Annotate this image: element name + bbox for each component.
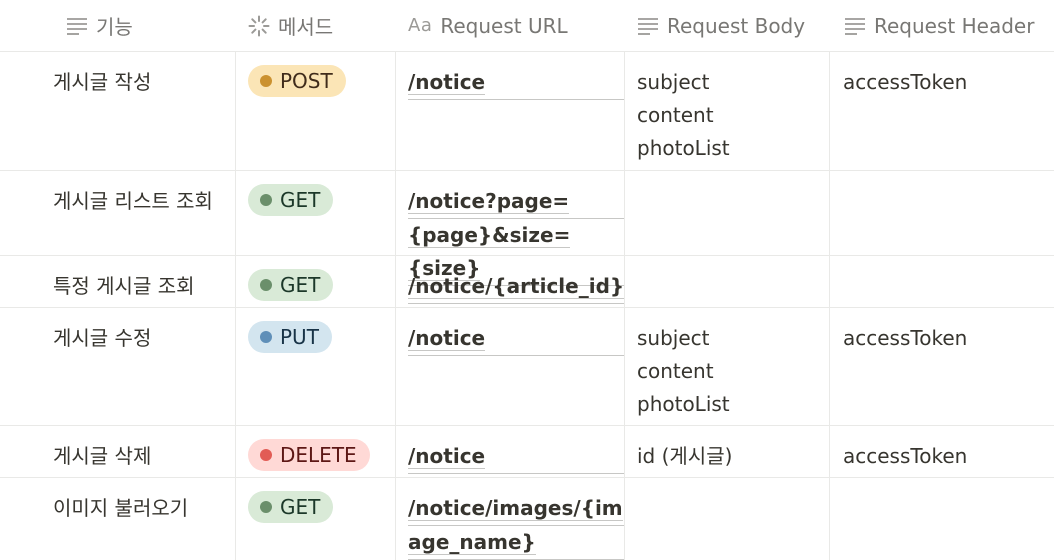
method-badge: GET [248,184,334,216]
header-url[interactable]: Aa Request URL [396,0,625,51]
header-cell[interactable] [830,171,1054,255]
method-cell[interactable]: GET [236,171,396,255]
method-cell[interactable]: PUT [236,308,396,425]
status-dot [260,501,272,513]
title-property-icon: Aa [408,15,433,36]
header-cell[interactable] [830,256,1054,307]
url-cell[interactable]: /notice [396,52,625,170]
header-request-header[interactable]: Request Header [830,0,1054,51]
api-table: 기능 메서드 Aa Request URL Request Body Reque… [0,0,1054,560]
body-cell[interactable] [625,256,830,307]
url-text: /notice [408,440,624,474]
method-cell[interactable]: GET [236,478,396,560]
body-line: id (게시글) [637,444,733,468]
method-badge: POST [248,65,346,97]
feature-text: 게시글 작성 [53,70,152,94]
method-badge: GET [248,491,334,523]
method-badge: DELETE [248,439,370,471]
method-label: GET [280,273,321,297]
header-cell[interactable] [830,478,1054,560]
header-feature[interactable]: 기능 [0,0,236,51]
table-row[interactable]: 게시글 수정 PUT /notice subject content photo… [0,308,1054,426]
body-cell[interactable]: subject content photoList [625,308,830,425]
url-text: /notice [408,66,624,100]
body-cell[interactable]: subject content photoList [625,52,830,170]
method-cell[interactable]: DELETE [236,426,396,477]
url-cell[interactable]: /notice/{article_id} [396,256,625,307]
method-badge: PUT [248,321,332,353]
feature-cell[interactable]: 게시글 수정 [0,308,236,425]
url-text: /notice/{article_id} [408,270,625,304]
header-text: accessToken [843,444,968,468]
status-loader-icon [248,15,270,37]
header-method[interactable]: 메서드 [236,0,396,51]
text-lines-icon [844,15,866,37]
feature-text: 게시글 리스트 조회 [53,189,213,213]
method-label: PUT [280,325,319,349]
url-cell[interactable]: /notice [396,426,625,477]
status-dot [260,75,272,87]
url-cell[interactable]: /notice [396,308,625,425]
table-header: 기능 메서드 Aa Request URL Request Body Reque… [0,0,1054,52]
table-row[interactable]: 게시글 작성 POST /notice subject content phot… [0,52,1054,171]
header-url-label: Request URL [440,13,568,38]
status-dot [260,449,272,461]
table-row[interactable]: 게시글 삭제 DELETE /notice id (게시글) accessTok… [0,426,1054,478]
method-cell[interactable]: GET [236,256,396,307]
url-text: /notice [408,322,624,356]
body-cell[interactable] [625,171,830,255]
feature-text: 이미지 불러오기 [53,496,189,520]
method-label: POST [280,69,333,93]
table-row[interactable]: 게시글 리스트 조회 GET /notice?page= {page}&size… [0,171,1054,286]
url-cell[interactable]: /notice/images/{im age_name} [396,478,625,560]
method-label: DELETE [280,443,357,467]
text-lines-icon [637,15,659,37]
feature-cell[interactable]: 게시글 작성 [0,52,236,170]
method-label: GET [280,188,321,212]
feature-cell[interactable]: 게시글 리스트 조회 [0,171,236,255]
header-cell[interactable]: accessToken [830,308,1054,425]
header-request-header-label: Request Header [874,13,1035,38]
feature-text: 특정 게시글 조회 [53,274,195,298]
method-cell[interactable]: POST [236,52,396,170]
body-line: subject [637,326,710,350]
url-text: /notice/images/{im [408,492,624,526]
header-cell[interactable]: accessToken [830,426,1054,477]
feature-text: 게시글 수정 [53,326,152,350]
feature-cell[interactable]: 이미지 불러오기 [0,478,236,560]
status-dot [260,279,272,291]
body-cell[interactable]: id (게시글) [625,426,830,477]
body-line: content [637,359,714,383]
body-line: content [637,103,714,127]
body-line: photoList [637,392,730,416]
feature-text: 게시글 삭제 [53,444,152,468]
table-row[interactable]: 이미지 불러오기 GET /notice/images/{im age_name… [0,478,1054,560]
url-cell[interactable]: /notice?page= {page}&size={size} [396,171,625,286]
method-label: GET [280,495,321,519]
text-lines-icon [66,15,88,37]
header-feature-label: 기능 [96,15,133,39]
header-text: accessToken [843,70,968,94]
status-dot [260,194,272,206]
url-text: /notice?page= [408,185,624,219]
feature-cell[interactable]: 게시글 삭제 [0,426,236,477]
header-body[interactable]: Request Body [625,0,830,51]
table-row[interactable]: 특정 게시글 조회 GET /notice/{article_id} [0,256,1054,308]
header-body-label: Request Body [667,13,806,38]
feature-cell[interactable]: 특정 게시글 조회 [0,256,236,307]
header-cell[interactable]: accessToken [830,52,1054,170]
header-text: accessToken [843,326,968,350]
method-badge: GET [248,269,334,301]
body-cell[interactable] [625,478,830,560]
url-text: age_name} [408,526,624,560]
status-dot [260,331,272,343]
header-method-label: 메서드 [278,15,334,39]
body-line: photoList [637,136,730,160]
body-line: subject [637,70,710,94]
